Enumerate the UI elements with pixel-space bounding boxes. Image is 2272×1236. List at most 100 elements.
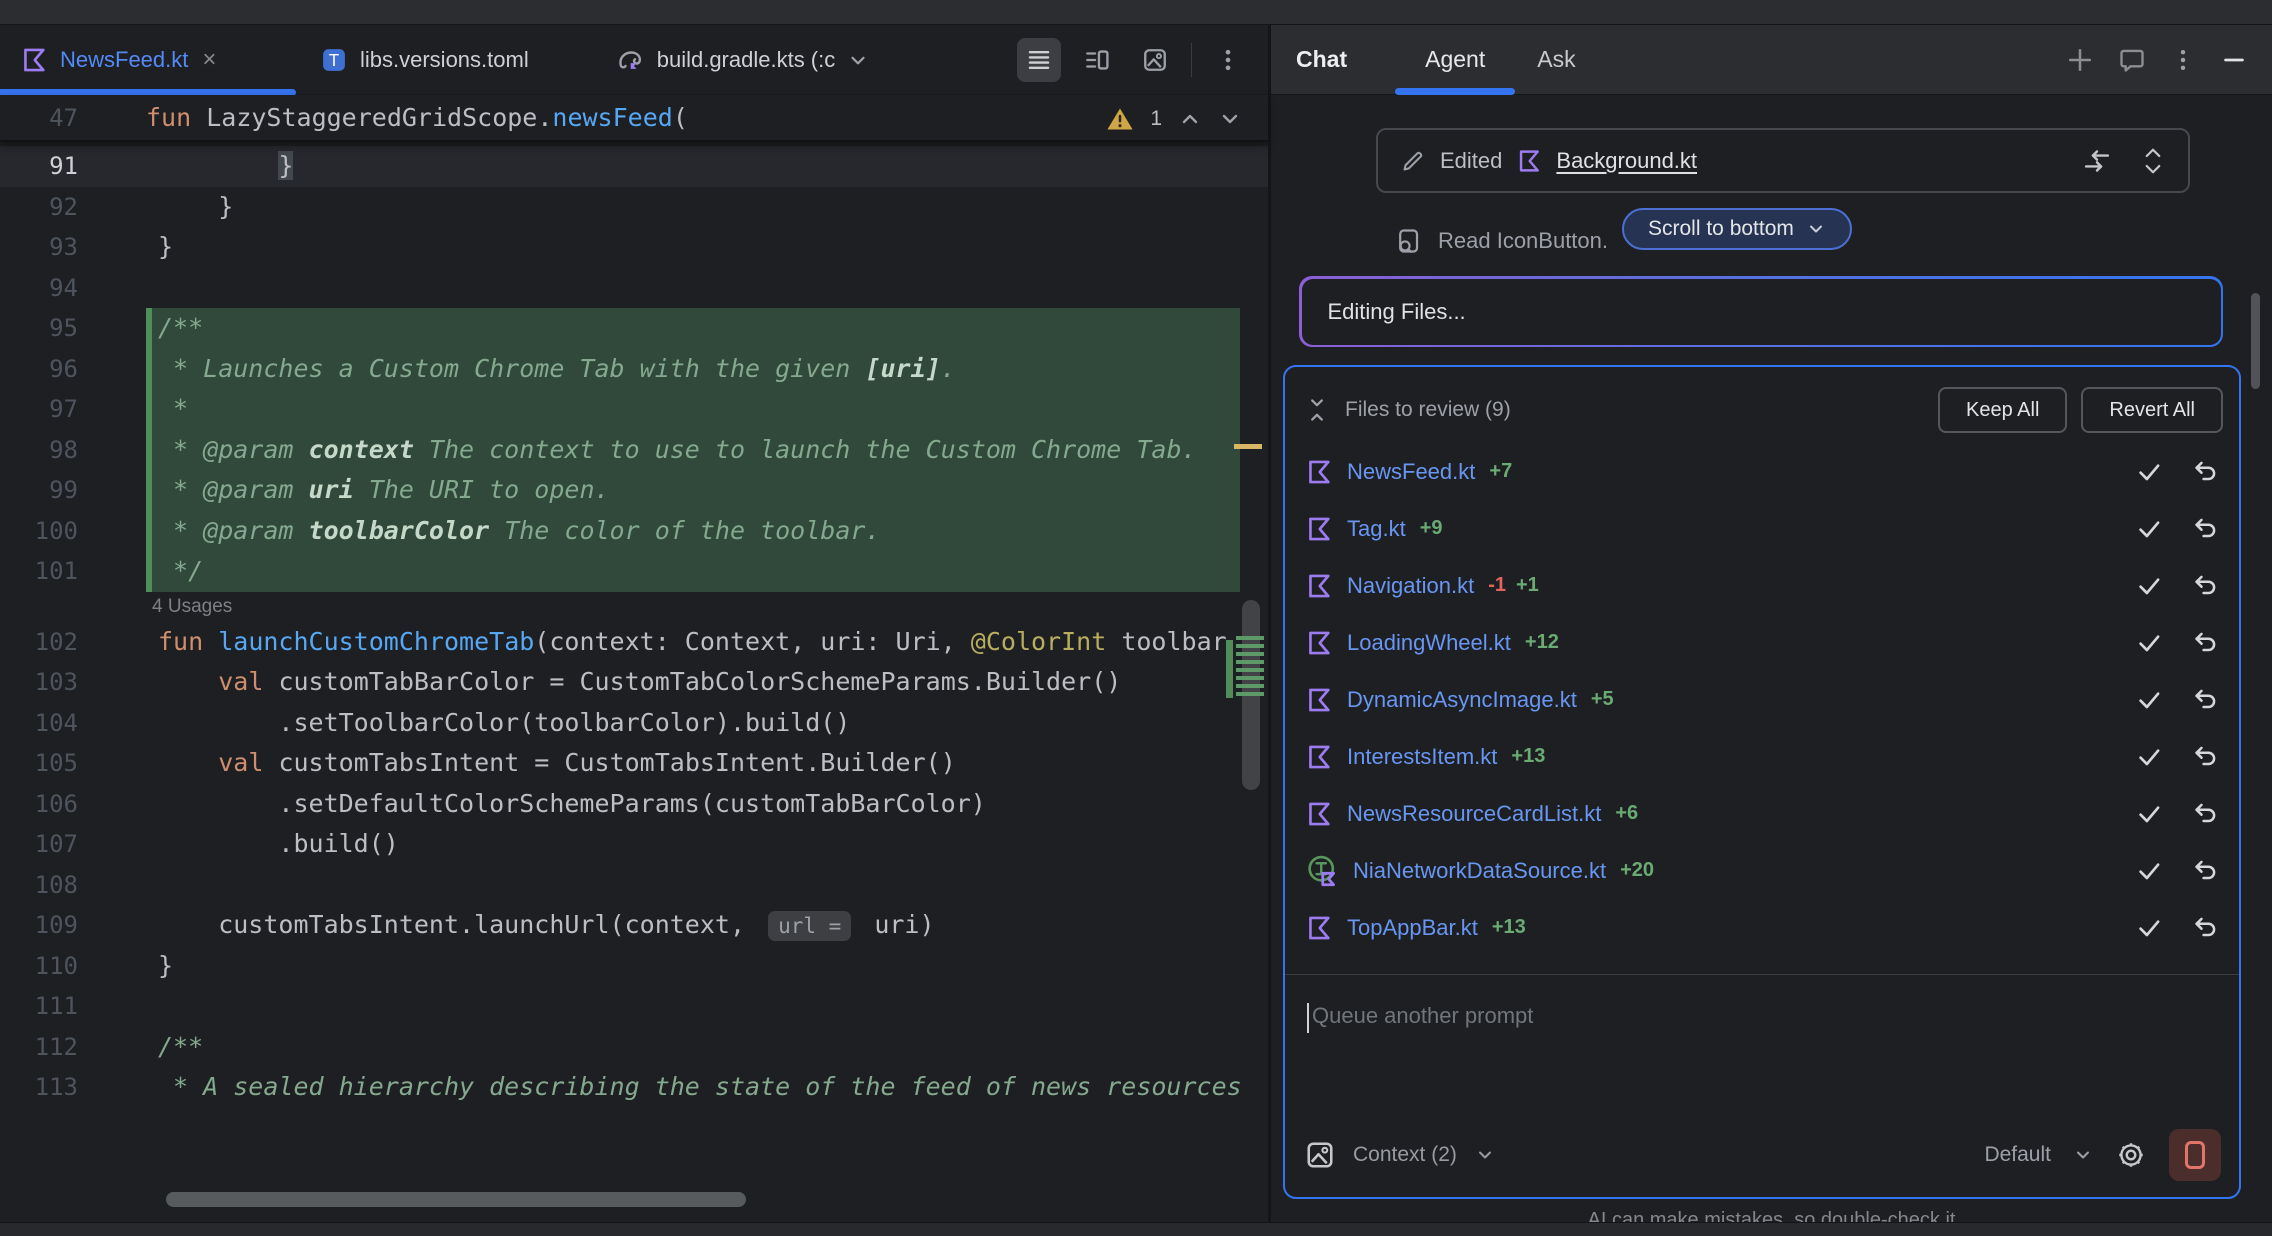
chat-scrollbar[interactable]: [2251, 293, 2260, 389]
file-name-link[interactable]: Tag.kt: [1347, 516, 1406, 542]
editor-preview-image-button[interactable]: [1133, 38, 1177, 82]
keep-file-check-icon[interactable]: [2135, 686, 2163, 714]
file-review-row[interactable]: DynamicAsyncImage.kt+5: [1285, 671, 2239, 728]
revert-file-undo-icon[interactable]: [2191, 800, 2219, 828]
code-line[interactable]: 93}: [0, 227, 1268, 268]
code-line[interactable]: 97 *: [0, 389, 1268, 430]
code-line[interactable]: 107 .build(): [0, 824, 1268, 865]
file-name-link[interactable]: NewsResourceCardList.kt: [1347, 801, 1601, 827]
code-line[interactable]: 106 .setDefaultColorSchemeParams(customT…: [0, 784, 1268, 825]
code-line[interactable]: 100 * @param toolbarColor The color of t…: [0, 511, 1268, 552]
chat-more-options-icon[interactable]: [2170, 47, 2196, 73]
code-line[interactable]: 95/**: [0, 308, 1268, 349]
revert-file-undo-icon[interactable]: [2191, 857, 2219, 885]
prev-problem-icon[interactable]: [1178, 107, 1202, 131]
chevron-down-icon[interactable]: [1475, 1145, 1495, 1165]
prompt-input[interactable]: Queue another prompt: [1285, 975, 2239, 1121]
attach-image-icon[interactable]: [1305, 1140, 1335, 1170]
collapse-icon[interactable]: [1305, 395, 1329, 425]
file-name-link[interactable]: DynamicAsyncImage.kt: [1347, 687, 1577, 713]
revert-file-undo-icon[interactable]: [2191, 458, 2219, 486]
file-review-row[interactable]: NewsResourceCardList.kt+6: [1285, 785, 2239, 842]
close-icon[interactable]: ×: [200, 48, 218, 72]
code-line[interactable]: 104 .setToolbarColor(toolbarColor).build…: [0, 703, 1268, 744]
file-review-row[interactable]: InterestsItem.kt+13: [1285, 728, 2239, 785]
file-name-link[interactable]: NewsFeed.kt: [1347, 459, 1475, 485]
keep-file-check-icon[interactable]: [2135, 629, 2163, 657]
warning-icon[interactable]: [1106, 106, 1134, 132]
chevron-down-icon[interactable]: [847, 49, 869, 71]
settings-gear-icon[interactable]: [2115, 1139, 2147, 1171]
editor-view-list-button[interactable]: [1017, 38, 1061, 82]
keep-file-check-icon[interactable]: [2135, 572, 2163, 600]
code-line[interactable]: 108: [0, 865, 1268, 906]
chat-history-icon[interactable]: [2118, 46, 2146, 74]
tab-build-gradle-kts[interactable]: build.gradle.kts (:c: [595, 25, 890, 95]
revert-file-undo-icon[interactable]: [2191, 515, 2219, 543]
revert-file-undo-icon[interactable]: [2191, 629, 2219, 657]
revert-file-undo-icon[interactable]: [2191, 914, 2219, 942]
keep-file-check-icon[interactable]: [2135, 914, 2163, 942]
tab-agent[interactable]: Agent: [1411, 25, 1499, 95]
code-line[interactable]: 91 }: [0, 146, 1268, 187]
revert-file-undo-icon[interactable]: [2191, 686, 2219, 714]
usages-inlay-hint[interactable]: 4 Usages: [152, 592, 1268, 622]
code-line[interactable]: 111: [0, 986, 1268, 1027]
editor-horizontal-scrollbar[interactable]: [166, 1192, 746, 1207]
file-name-link[interactable]: InterestsItem.kt: [1347, 744, 1497, 770]
keep-file-check-icon[interactable]: [2135, 515, 2163, 543]
keep-all-button[interactable]: Keep All: [1938, 387, 2067, 433]
file-review-row[interactable]: Navigation.kt-1+1: [1285, 557, 2239, 614]
sticky-code-header[interactable]: 47 fun LazyStaggeredGridScope.newsFeed( …: [0, 95, 1268, 142]
code-line[interactable]: 92 }: [0, 187, 1268, 228]
file-name-link[interactable]: LoadingWheel.kt: [1347, 630, 1511, 656]
hide-panel-icon[interactable]: [2220, 46, 2248, 74]
file-review-row[interactable]: Tag.kt+9: [1285, 500, 2239, 557]
code-line[interactable]: 98 * @param context The context to use t…: [0, 430, 1268, 471]
tab-ask[interactable]: Ask: [1523, 25, 1589, 95]
keep-file-check-icon[interactable]: [2135, 857, 2163, 885]
code-line[interactable]: 94: [0, 268, 1268, 309]
file-review-row[interactable]: NewsFeed.kt+7: [1285, 443, 2239, 500]
keep-file-check-icon[interactable]: [2135, 800, 2163, 828]
code-line[interactable]: 103 val customTabBarColor = CustomTabCol…: [0, 662, 1268, 703]
code-line[interactable]: 109 customTabsIntent.launchUrl(context, …: [0, 905, 1268, 946]
keep-file-check-icon[interactable]: [2135, 458, 2163, 486]
tab-label: Agent: [1425, 46, 1485, 73]
ai-chat-panel: Chat Agent Ask: [1271, 25, 2272, 1236]
model-selector-label[interactable]: Default: [1984, 1143, 2051, 1167]
warning-count: 1: [1150, 107, 1162, 131]
code-editor-content[interactable]: 91 }92 }93}9495/**96 * Launches a Custom…: [0, 142, 1268, 1236]
file-name-link[interactable]: TopAppBar.kt: [1347, 915, 1478, 941]
tab-libs-versions-toml[interactable]: T libs.versions.toml: [300, 25, 549, 95]
file-review-row[interactable]: LoadingWheel.kt+12: [1285, 614, 2239, 671]
code-line[interactable]: 105 val customTabsIntent = CustomTabsInt…: [0, 743, 1268, 784]
code-line[interactable]: 96 * Launches a Custom Chrome Tab with t…: [0, 349, 1268, 390]
edited-file-link[interactable]: Background.kt: [1556, 148, 1697, 174]
code-line[interactable]: 112/**: [0, 1027, 1268, 1068]
file-name-link[interactable]: Navigation.kt: [1347, 573, 1474, 599]
expand-collapse-icon[interactable]: [2140, 146, 2166, 176]
next-problem-icon[interactable]: [1218, 107, 1242, 131]
code-line[interactable]: 113 * A sealed hierarchy describing the …: [0, 1067, 1268, 1108]
tab-newsfeed-kt[interactable]: NewsFeed.kt ×: [0, 25, 300, 95]
editor-more-options-button[interactable]: [1206, 38, 1250, 82]
file-review-row[interactable]: TopAppBar.kt+13: [1285, 899, 2239, 956]
new-chat-icon[interactable]: [2066, 46, 2094, 74]
revert-all-button[interactable]: Revert All: [2081, 387, 2223, 433]
scroll-to-bottom-button[interactable]: Scroll to bottom: [1622, 208, 1852, 250]
file-name-link[interactable]: NiaNetworkDataSource.kt: [1353, 858, 1606, 884]
stop-generation-button[interactable]: [2169, 1129, 2221, 1181]
context-selector-label[interactable]: Context (2): [1353, 1143, 1457, 1167]
file-review-row[interactable]: NiaNetworkDataSource.kt+20: [1285, 842, 2239, 899]
diff-swap-icon[interactable]: [2082, 147, 2112, 175]
chevron-down-icon[interactable]: [2073, 1145, 2093, 1165]
code-line[interactable]: 110}: [0, 946, 1268, 987]
code-line[interactable]: 102fun launchCustomChromeTab(context: Co…: [0, 622, 1268, 663]
revert-file-undo-icon[interactable]: [2191, 572, 2219, 600]
keep-file-check-icon[interactable]: [2135, 743, 2163, 771]
code-line[interactable]: 101 */: [0, 551, 1268, 592]
revert-file-undo-icon[interactable]: [2191, 743, 2219, 771]
editor-split-preview-button[interactable]: [1075, 38, 1119, 82]
code-line[interactable]: 99 * @param uri The URI to open.: [0, 470, 1268, 511]
